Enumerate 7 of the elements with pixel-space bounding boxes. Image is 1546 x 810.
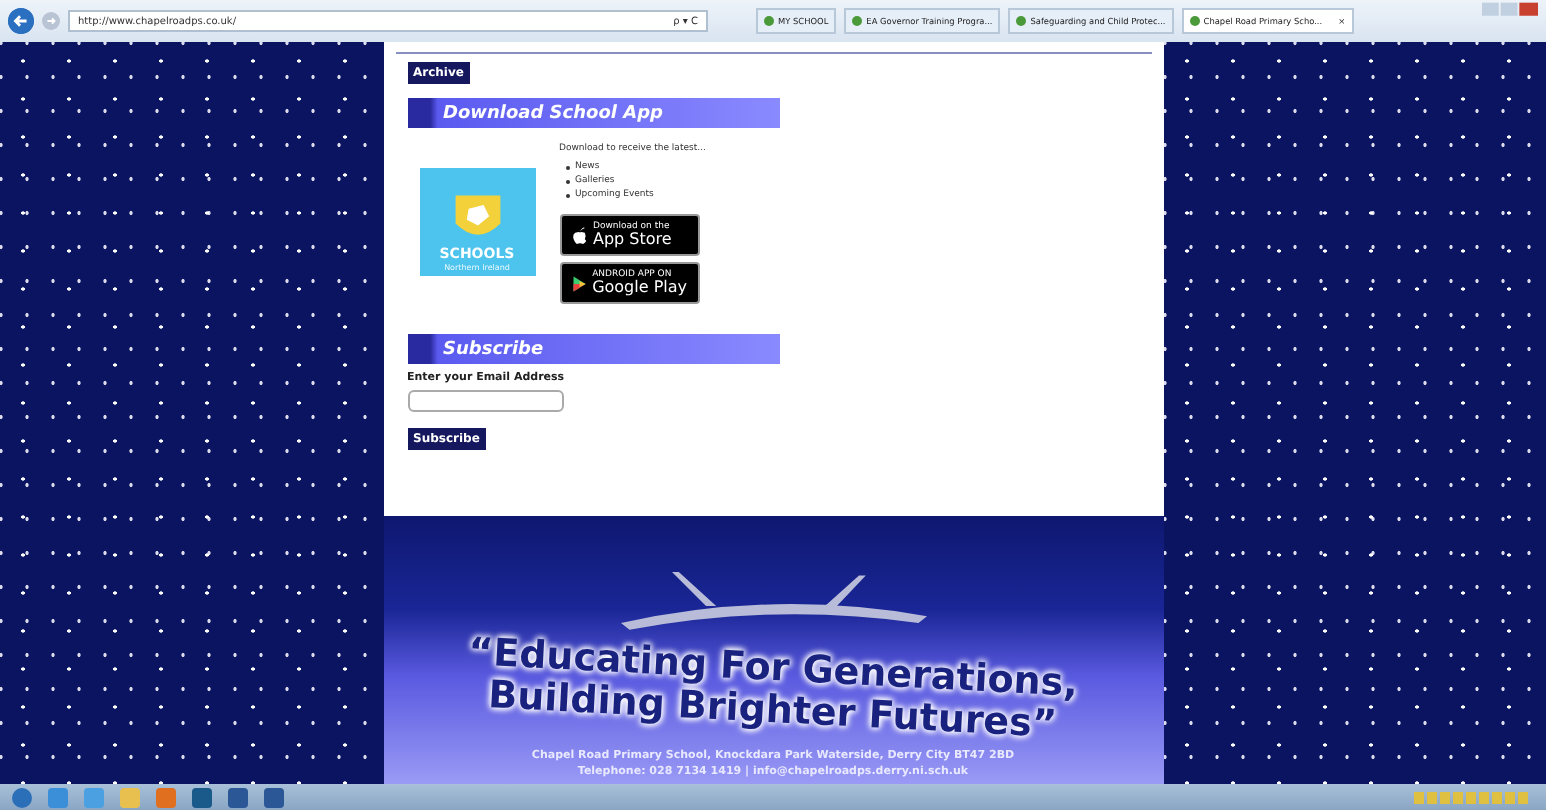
system-tray-icon [1414,789,1534,805]
section-heading: Subscribe [407,334,779,364]
window-controls-icon[interactable] [1482,2,1538,22]
forward-button[interactable] [42,12,60,30]
back-button[interactable] [8,8,34,34]
section-heading: Download School App [407,98,779,128]
email-field[interactable] [407,390,563,412]
